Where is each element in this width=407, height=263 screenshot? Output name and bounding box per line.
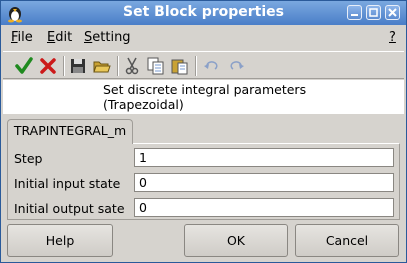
step-input[interactable] [134, 148, 394, 167]
ok-button[interactable]: OK [184, 224, 288, 257]
menu-setting-label: etting [92, 30, 131, 45]
menu-bar: File Edit Setting ? [1, 26, 406, 49]
menu-setting[interactable]: Setting [84, 30, 131, 45]
parameters-panel: Step Initial input state Initial output … [7, 143, 400, 220]
ok-check-icon[interactable] [13, 55, 35, 77]
title-bar[interactable]: Set Block properties [1, 1, 406, 25]
undo-icon[interactable] [201, 55, 223, 77]
button-bar: Help OK Cancel [7, 224, 400, 257]
description-line-1: Set discrete integral parameters [103, 82, 307, 97]
minimize-icon[interactable] [347, 5, 362, 20]
copy-icon[interactable] [145, 55, 167, 77]
toolbar [3, 51, 404, 79]
redo-icon[interactable] [225, 55, 247, 77]
menu-edit[interactable]: Edit [47, 30, 72, 45]
menu-edit-mnemonic: E [47, 30, 56, 45]
window-title: Set Block properties [123, 4, 284, 20]
initial-output-state-input[interactable] [134, 198, 394, 217]
menu-help[interactable]: ? [389, 30, 396, 45]
menu-file-label: ile [17, 30, 33, 45]
help-button[interactable]: Help [7, 224, 113, 257]
description-panel: Set discrete integral parameters (Trapez… [3, 80, 404, 114]
close-icon[interactable] [385, 5, 400, 20]
open-folder-icon[interactable] [91, 55, 113, 77]
cut-icon[interactable] [121, 55, 143, 77]
toolbar-separator [195, 56, 197, 76]
toolbar-separator [117, 56, 119, 76]
menu-edit-label: dit [55, 30, 73, 45]
step-label: Step [14, 151, 43, 166]
initial-output-state-label: Initial output sate [14, 201, 125, 216]
maximize-icon[interactable] [366, 5, 381, 20]
menu-file[interactable]: File [11, 30, 33, 45]
toolbar-separator [63, 56, 65, 76]
initial-input-state-label: Initial input state [14, 176, 121, 191]
cancel-button[interactable]: Cancel [295, 224, 399, 257]
tab-trapintegral[interactable]: TRAPINTEGRAL_m [7, 119, 133, 144]
dialog-window: Set Block properties File Edit Setting ? [0, 0, 407, 263]
initial-input-state-input[interactable] [134, 173, 394, 192]
cancel-x-icon[interactable] [37, 55, 59, 77]
description-line-2: (Trapezoidal) [103, 97, 184, 112]
save-icon[interactable] [67, 55, 89, 77]
paste-icon[interactable] [169, 55, 191, 77]
